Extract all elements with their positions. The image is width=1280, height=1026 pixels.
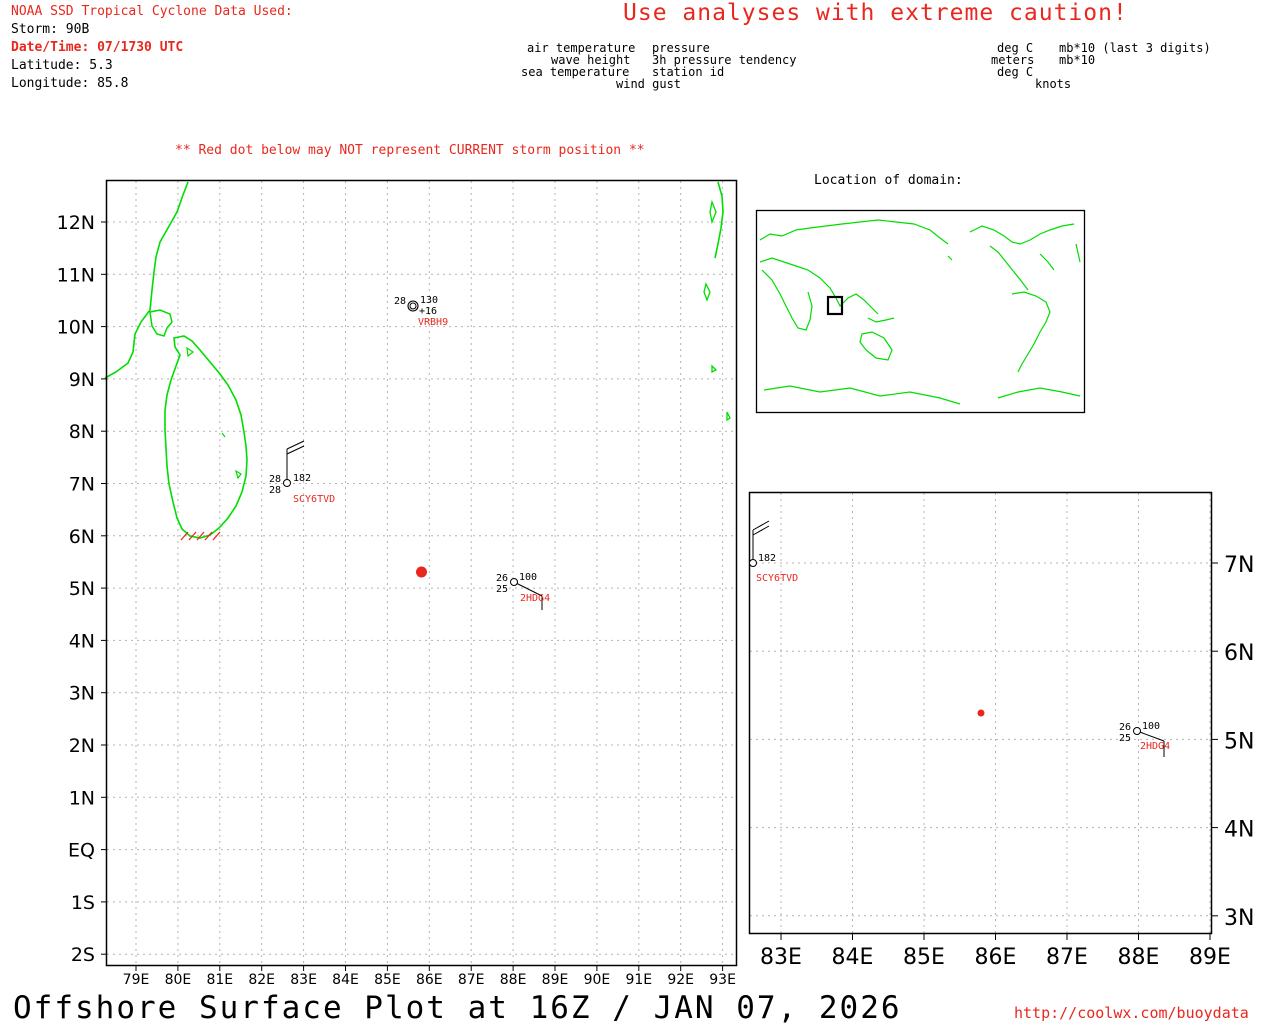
zoom-map: 7N 6N 5N 4N 3N 83E 84E 85E 86E 87E 88E 89E 182 SCY… xyxy=(748,491,1254,970)
lon-label: 91E xyxy=(625,972,652,988)
lon-label: 88E xyxy=(500,972,527,988)
station-pressure: 182 xyxy=(758,553,776,564)
lat-label: EQ xyxy=(68,840,95,862)
station-tendency: +16 xyxy=(419,306,437,317)
lat-label: 12N xyxy=(57,212,95,234)
lon-label: 93E xyxy=(709,972,736,988)
station-air-temp: 28 xyxy=(394,296,406,307)
wave-ring-icon xyxy=(409,302,417,310)
lon-label: 86E xyxy=(416,972,443,988)
lon-label: 89E xyxy=(1189,945,1231,970)
lat-label: 5N xyxy=(1224,729,1254,754)
main-lat-axis: 12N 11N 10N 9N 8N 7N 6N 5N 4N 3N 2N 1N EQ 1S 2S xyxy=(57,212,107,966)
zoom-station-2hdg4[interactable]: 26 25 100 2HDG4 xyxy=(1119,721,1170,757)
station-circle-icon xyxy=(1133,727,1141,735)
lat-label: 4N xyxy=(69,630,95,652)
station-id: VRBH9 xyxy=(418,317,448,328)
station-air-temp: 28 xyxy=(269,474,281,485)
lat-label: 8N xyxy=(69,421,95,443)
station-pressure: 182 xyxy=(293,473,311,484)
main-lon-axis: 79E 80E 81E 82E 83E 84E 85E 86E 87E 88E 89E 90E 91E 9… xyxy=(123,965,736,988)
footer-title: Offshore Surface Plot at 16Z / JAN 07, 2… xyxy=(13,990,902,1026)
footer-url[interactable]: http://coolwx.com/buoydata xyxy=(1014,1004,1249,1022)
station-scy6tvd[interactable]: 28 28 182 SCY6TVD xyxy=(269,440,335,505)
station-circle-icon xyxy=(749,559,757,567)
lon-label: 85E xyxy=(903,945,945,970)
lat-label: 3N xyxy=(69,683,95,705)
station-air-temp: 26 xyxy=(496,573,508,584)
lon-label: 86E xyxy=(975,945,1017,970)
lat-label: 6N xyxy=(1224,641,1254,666)
lon-label: 85E xyxy=(374,972,401,988)
zoom-lat-axis: 7N 6N 5N 4N 3N xyxy=(1211,553,1254,931)
lat-label: 1N xyxy=(69,787,95,809)
station-2hdg4[interactable]: 26 25 100 2HDG4 xyxy=(496,572,550,610)
lat-label: 9N xyxy=(69,369,95,391)
map-canvas: 12N 11N 10N 9N 8N 7N 6N 5N 4N 3N 2N 1N EQ 1S 2S 79E 80E… xyxy=(57,179,1254,988)
station-id: 2HDG4 xyxy=(520,593,550,604)
lat-label: 3N xyxy=(1224,906,1254,931)
lon-label: 84E xyxy=(832,945,874,970)
lat-label: 10N xyxy=(57,317,95,339)
station-pressure: 100 xyxy=(519,572,537,583)
lon-label: 83E xyxy=(290,972,317,988)
zoom-lon-axis: 83E 84E 85E 86E 87E 88E 89E xyxy=(760,933,1231,970)
andaman-coastline xyxy=(703,181,731,422)
lat-label: 7N xyxy=(69,474,95,496)
station-id: SCY6TVD xyxy=(293,494,335,505)
lat-label: 2S xyxy=(71,944,95,966)
lat-label: 7N xyxy=(1224,553,1254,578)
sri-lanka-coastline xyxy=(104,181,248,539)
zoom-station-scy6tvd[interactable]: 182 SCY6TVD xyxy=(749,520,799,584)
station-sea-temp: 28 xyxy=(269,485,281,496)
station-id: SCY6TVD xyxy=(756,573,798,584)
lon-label: 87E xyxy=(1046,945,1088,970)
lon-label: 83E xyxy=(760,945,802,970)
lon-label: 79E xyxy=(123,972,150,988)
lon-label: 82E xyxy=(248,972,275,988)
station-air-temp: 26 xyxy=(1119,722,1131,733)
lon-label: 87E xyxy=(458,972,485,988)
zoom-storm-position-dot[interactable] xyxy=(977,709,985,717)
lon-label: 89E xyxy=(542,972,569,988)
lat-label: 1S xyxy=(71,892,95,914)
world-inset xyxy=(755,209,1086,414)
main-map: 12N 11N 10N 9N 8N 7N 6N 5N 4N 3N 2N 1N EQ 1S 2S 79E 80E… xyxy=(57,179,738,988)
lat-label: 5N xyxy=(69,578,95,600)
lon-label: 81E xyxy=(206,972,233,988)
lon-label: 90E xyxy=(584,972,611,988)
lon-label: 88E xyxy=(1118,945,1160,970)
station-sea-temp: 25 xyxy=(1119,733,1131,744)
lat-label: 11N xyxy=(57,264,95,286)
lon-label: 92E xyxy=(667,972,694,988)
station-pressure: 100 xyxy=(1142,721,1160,732)
lon-label: 84E xyxy=(332,972,359,988)
station-circle-icon xyxy=(283,479,291,487)
lat-label: 4N xyxy=(1224,818,1254,843)
storm-position-dot[interactable] xyxy=(416,566,427,578)
lat-label: 6N xyxy=(69,526,95,548)
station-pressure: 130 xyxy=(420,295,438,306)
station-vrbh9[interactable]: 28 130 +16 VRBH9 xyxy=(394,295,448,328)
world-inset-frame xyxy=(755,209,1086,414)
station-sea-temp: 25 xyxy=(496,584,508,595)
station-id: 2HDG4 xyxy=(1140,741,1170,752)
station-circle-icon xyxy=(510,578,518,586)
lat-label: 2N xyxy=(69,735,95,757)
lon-label: 80E xyxy=(165,972,192,988)
